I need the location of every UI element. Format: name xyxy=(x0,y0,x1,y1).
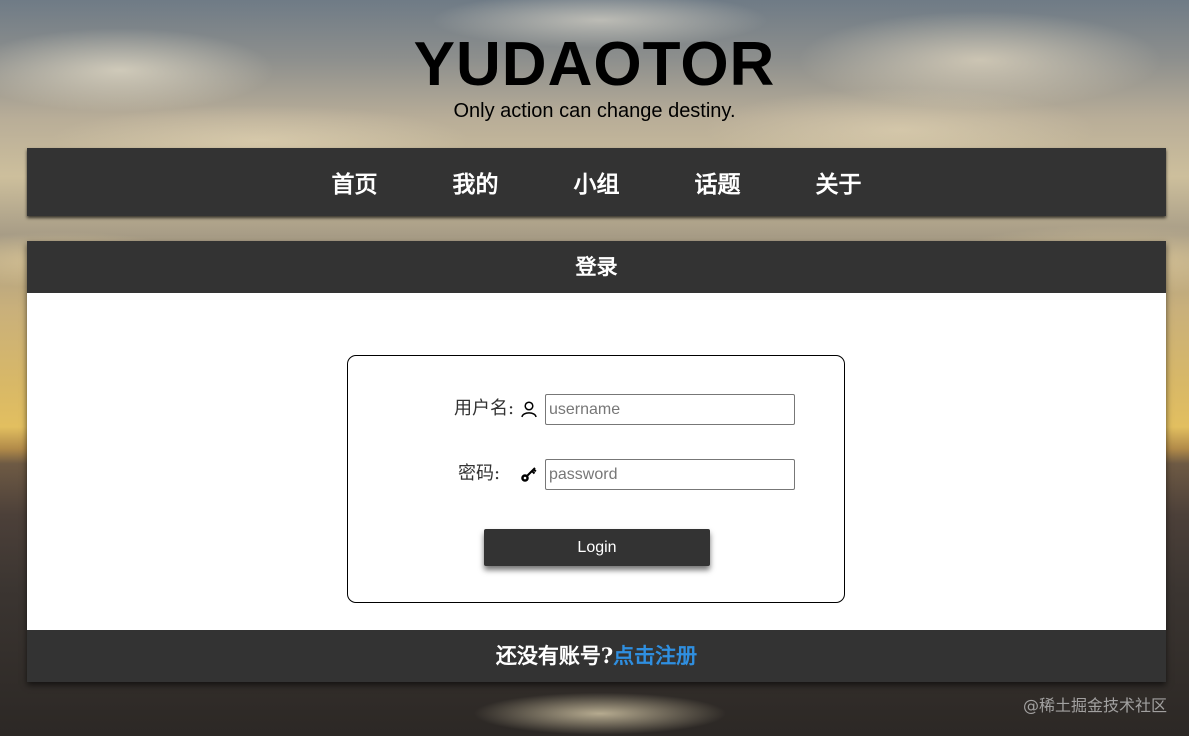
password-row: 密码: xyxy=(348,459,846,491)
nav-item-home[interactable]: 首页 xyxy=(294,165,415,199)
username-row: 用户名: xyxy=(348,394,846,426)
register-footer: 还没有账号?点击注册 xyxy=(27,630,1166,682)
username-input[interactable] xyxy=(545,394,795,425)
register-link[interactable]: 点击注册 xyxy=(613,643,697,668)
nav-item-groups[interactable]: 小组 xyxy=(536,165,657,199)
username-label: 用户名: xyxy=(454,398,515,419)
nav-item-topics[interactable]: 话题 xyxy=(657,165,778,199)
login-form: 用户名: 密码: Login xyxy=(347,355,845,603)
register-prompt: 还没有账号? xyxy=(495,643,614,668)
background-sea-glow xyxy=(420,680,780,736)
site-tagline: Only action can change destiny. xyxy=(453,100,736,122)
nav-item-about[interactable]: 关于 xyxy=(778,165,899,199)
user-icon xyxy=(521,401,537,418)
key-icon xyxy=(521,467,537,482)
login-button[interactable]: Login xyxy=(484,529,710,566)
nav-item-mine[interactable]: 我的 xyxy=(415,165,536,199)
site-title: YUDAOTOR xyxy=(413,30,776,99)
main-nav: 首页 我的 小组 话题 关于 xyxy=(27,148,1166,216)
login-panel: 登录 用户名: 密码: Login 还没有账号?点击注册 xyxy=(27,241,1166,682)
password-input[interactable] xyxy=(545,459,795,490)
login-panel-header: 登录 xyxy=(27,241,1166,293)
password-label: 密码: xyxy=(458,463,501,484)
watermark: @稀土掘金技术社区 xyxy=(1022,696,1167,715)
